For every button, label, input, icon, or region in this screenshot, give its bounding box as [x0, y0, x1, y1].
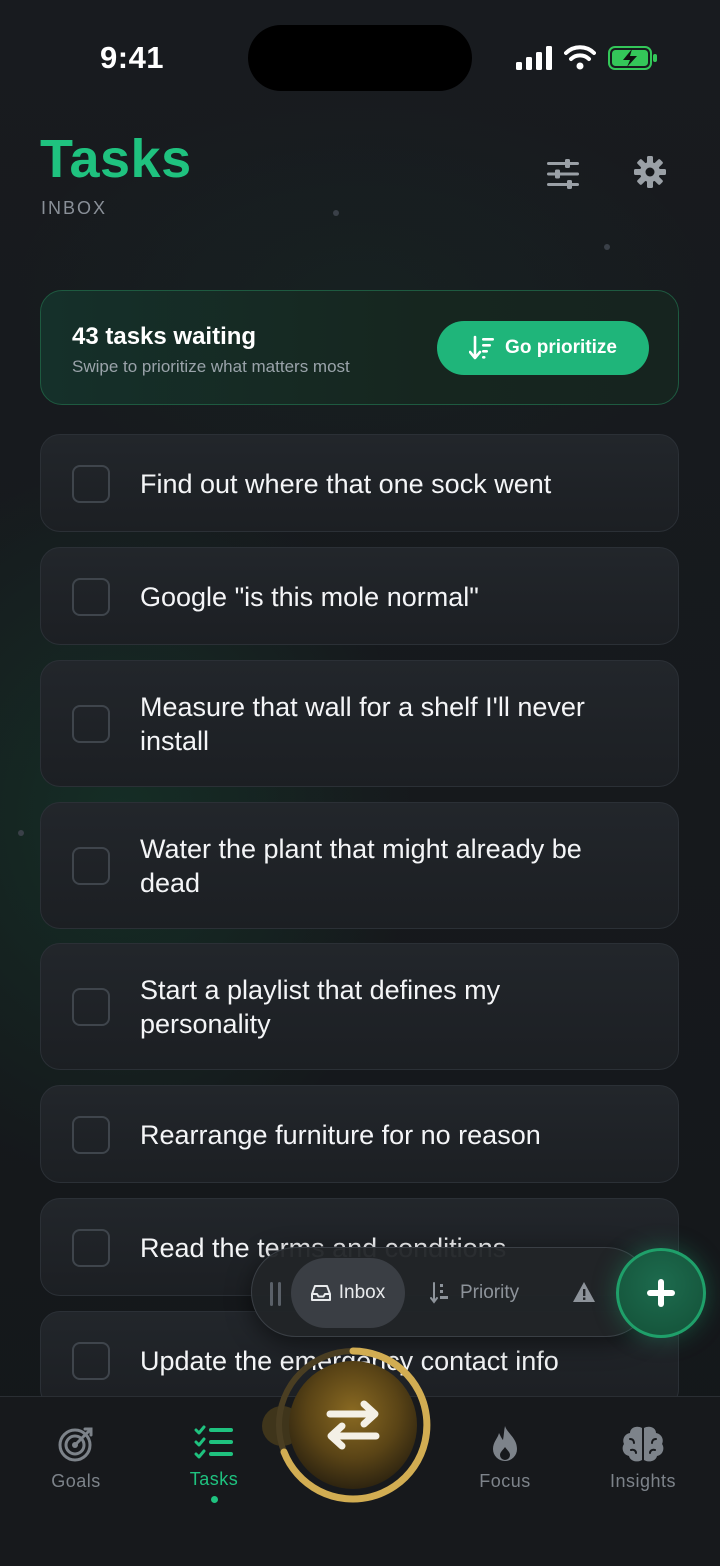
- nav-label: Goals: [51, 1471, 101, 1491]
- task-checkbox[interactable]: [72, 988, 110, 1026]
- checklist-icon: [194, 1425, 233, 1459]
- status-bar: 9:41: [0, 0, 720, 110]
- nav-item-goals[interactable]: Goals: [21, 1425, 131, 1492]
- brain-icon: [622, 1426, 664, 1462]
- swap-orb-button[interactable]: [272, 1344, 434, 1506]
- wifi-icon: [564, 45, 596, 70]
- task-text: Start a playlist that defines my persona…: [140, 975, 501, 1039]
- view-filter-pill: Inbox Priority: [251, 1247, 651, 1337]
- task-checkbox[interactable]: [72, 1342, 110, 1380]
- decor-dot: [18, 830, 24, 836]
- task-checkbox[interactable]: [72, 465, 110, 503]
- task-item[interactable]: Start a playlist that defines my persona…: [40, 943, 679, 1070]
- task-text: Measure that wall for a shelf I'll never…: [140, 692, 585, 756]
- task-text: Water the plant that might already be de…: [140, 834, 582, 898]
- filter-segment-priority[interactable]: Priority: [430, 1258, 519, 1328]
- task-checkbox[interactable]: [72, 847, 110, 885]
- task-text: Google "is this mole normal": [140, 582, 479, 612]
- sort-priority-icon: [430, 1282, 448, 1304]
- banner-subtitle: Swipe to prioritize what matters most: [72, 357, 350, 376]
- task-item[interactable]: Google "is this mole normal": [40, 547, 679, 645]
- banner-title: 43 tasks waiting: [72, 323, 257, 350]
- page-subtitle: INBOX: [41, 198, 108, 218]
- nav-label: Tasks: [189, 1469, 239, 1489]
- go-prioritize-button[interactable]: Go prioritize: [437, 321, 649, 375]
- dynamic-island: [248, 25, 472, 91]
- cellular-signal-icon: [516, 46, 552, 70]
- task-item[interactable]: Water the plant that might already be de…: [40, 802, 679, 929]
- task-item[interactable]: Measure that wall for a shelf I'll never…: [40, 660, 679, 787]
- nav-label: Focus: [479, 1471, 531, 1491]
- gear-icon: [634, 156, 666, 188]
- battery-charging-icon: [608, 46, 657, 70]
- status-time: 9:41: [100, 40, 165, 75]
- sort-descending-icon: [469, 335, 495, 360]
- task-checkbox[interactable]: [72, 705, 110, 743]
- decor-dot: [604, 244, 610, 250]
- task-checkbox[interactable]: [72, 1229, 110, 1267]
- plus-icon: [647, 1279, 675, 1307]
- task-item[interactable]: Find out where that one sock went: [40, 434, 679, 532]
- page-title: Tasks: [40, 129, 192, 189]
- filter-segment-inbox[interactable]: Inbox: [291, 1258, 405, 1328]
- task-text: Rearrange furniture for no reason: [140, 1120, 541, 1150]
- prioritize-banner: 43 tasks waiting Swipe to prioritize wha…: [40, 290, 679, 405]
- task-checkbox[interactable]: [72, 578, 110, 616]
- nav-item-tasks[interactable]: Tasks: [159, 1425, 269, 1503]
- go-prioritize-label: Go prioritize: [505, 337, 617, 358]
- flame-icon: [493, 1426, 517, 1461]
- filter-segment-warning[interactable]: [572, 1281, 596, 1308]
- sliders-icon: [547, 159, 579, 189]
- nav-item-insights[interactable]: Insights: [588, 1425, 698, 1492]
- nav-label: Insights: [609, 1471, 677, 1491]
- drag-handle[interactable]: [270, 1282, 282, 1306]
- filter-segment-label: Inbox: [338, 1282, 386, 1303]
- target-icon: [58, 1427, 93, 1462]
- add-task-button[interactable]: [616, 1248, 706, 1338]
- task-item[interactable]: Rearrange furniture for no reason: [40, 1085, 679, 1183]
- task-text: Find out where that one sock went: [140, 469, 552, 499]
- warning-icon: [573, 1282, 595, 1302]
- filter-button[interactable]: [541, 152, 585, 196]
- settings-button[interactable]: [628, 150, 672, 194]
- active-indicator: [210, 1496, 218, 1503]
- nav-item-focus[interactable]: Focus: [450, 1425, 560, 1492]
- filter-segment-label: Priority: [460, 1282, 520, 1303]
- decor-dot: [333, 210, 339, 216]
- inbox-tray-icon: [310, 1285, 331, 1301]
- task-checkbox[interactable]: [72, 1116, 110, 1154]
